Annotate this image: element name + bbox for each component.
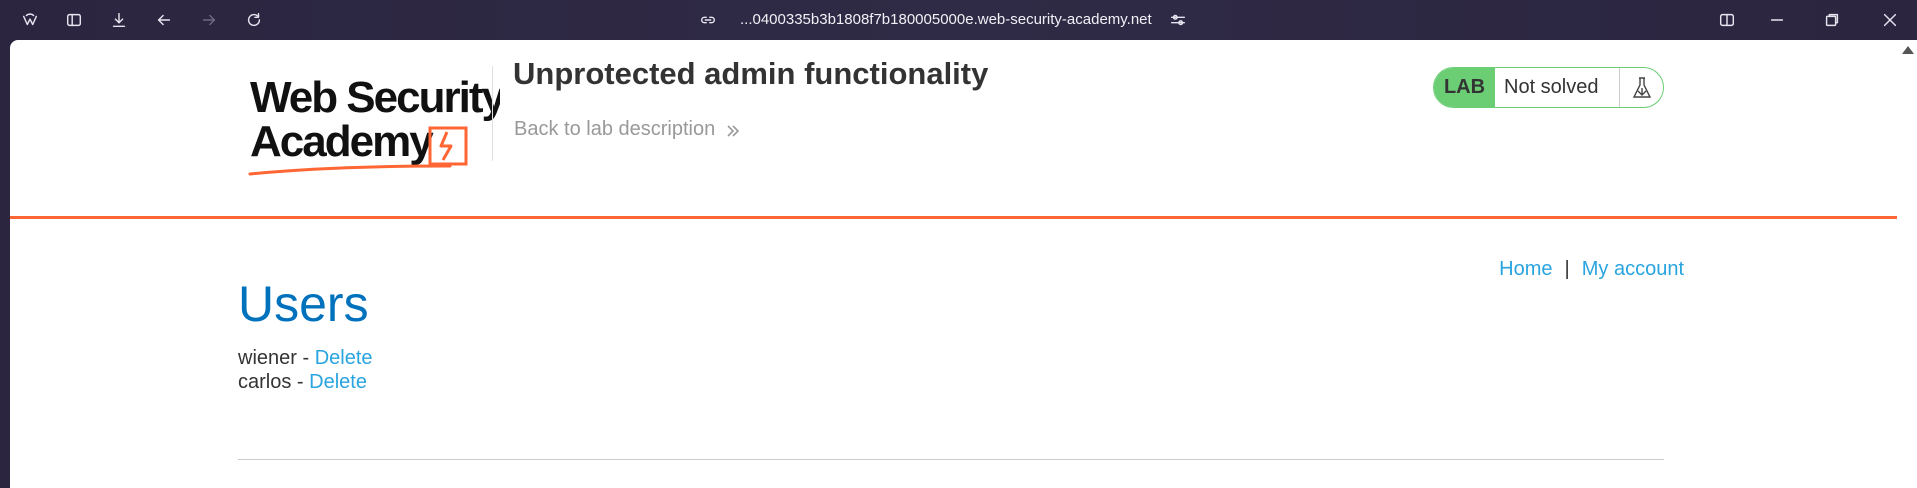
home-link[interactable]: Home [1499, 258, 1552, 280]
forward-icon[interactable] [197, 8, 221, 32]
double-chevron-right-icon [725, 122, 741, 138]
user-list: wiener - Delete carlos - Delete [238, 346, 373, 394]
back-icon[interactable] [152, 8, 176, 32]
user-separator: - [296, 347, 315, 369]
brand-icon[interactable] [18, 8, 42, 32]
reload-icon[interactable] [242, 8, 266, 32]
user-name: carlos [238, 371, 292, 393]
lab-status-text: Not solved [1495, 68, 1620, 107]
site-settings-icon[interactable] [1166, 8, 1190, 32]
list-item: carlos - Delete [238, 370, 373, 394]
page-viewport: Web Security Academy Unprotected admin f… [10, 40, 1897, 488]
nav-separator: | [1564, 258, 1570, 280]
user-separator: - [291, 371, 310, 393]
lab-status-tag: LAB [1434, 68, 1495, 107]
download-icon[interactable] [107, 8, 131, 32]
back-link-label: Back to lab description [514, 118, 716, 140]
browser-toolbar: ...0400335b3b1808f7b180005000e.web-secur… [0, 0, 1917, 40]
my-account-link[interactable]: My account [1582, 258, 1684, 280]
delete-user-link[interactable]: Delete [315, 347, 373, 369]
sidebar-toggle-icon[interactable] [62, 8, 86, 32]
lab-status-widget: LAB Not solved [1433, 67, 1664, 108]
user-name: wiener [238, 347, 297, 369]
content-divider [238, 459, 1664, 460]
logo-line2: Academy [250, 117, 434, 166]
delete-user-link[interactable]: Delete [309, 371, 367, 393]
top-nav: Home | My account [1499, 258, 1684, 281]
scroll-up-arrow-icon[interactable] [1902, 46, 1914, 54]
split-view-icon[interactable] [1715, 8, 1739, 32]
list-item: wiener - Delete [238, 346, 373, 370]
page-title: Users [238, 276, 369, 332]
logo-underline [248, 164, 452, 176]
logo-bolt [439, 131, 453, 161]
logo-line1: Web Security [250, 73, 500, 122]
header-accent-line [10, 216, 1897, 219]
close-icon[interactable] [1878, 8, 1902, 32]
web-security-academy-logo[interactable]: Web Security Academy [238, 62, 508, 194]
lab-header: Web Security Academy Unprotected admin f… [10, 40, 1897, 218]
flask-icon [1620, 68, 1663, 107]
link-icon[interactable] [696, 8, 720, 32]
lab-title: Unprotected admin functionality [513, 56, 989, 91]
address-bar-url[interactable]: ...0400335b3b1808f7b180005000e.web-secur… [740, 0, 1152, 40]
header-divider [492, 66, 493, 161]
back-to-lab-description-link[interactable]: Back to lab description [514, 118, 741, 141]
vertical-scrollbar[interactable] [1897, 40, 1917, 488]
restore-icon[interactable] [1820, 8, 1844, 32]
minimize-icon[interactable] [1765, 8, 1789, 32]
